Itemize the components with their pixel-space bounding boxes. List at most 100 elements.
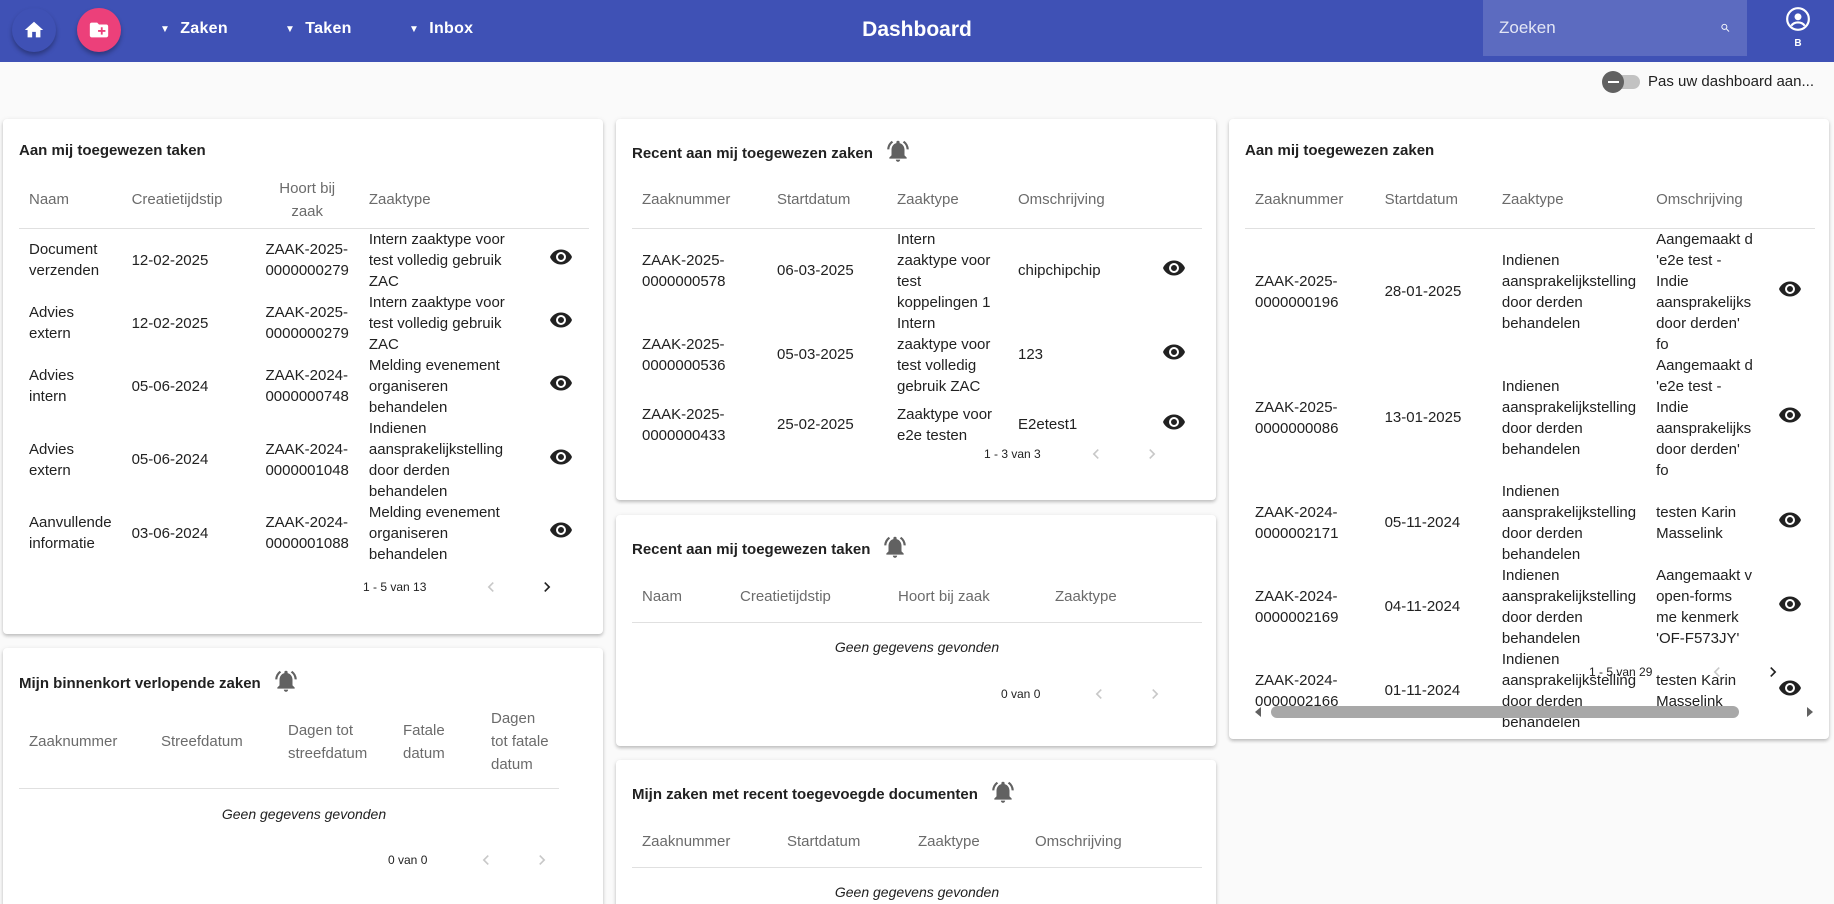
column-header[interactable]: Hoort bij zaak	[255, 172, 359, 229]
previous-page-button[interactable]	[463, 577, 519, 597]
paginator: 1 - 5 van 29	[1589, 662, 1801, 682]
notification-bell-button[interactable]	[990, 779, 1016, 805]
column-header[interactable]: Zaaknummer	[19, 696, 151, 789]
scroll-left-icon[interactable]	[1253, 706, 1265, 718]
cell-startdatum: 05-03-2025	[777, 346, 854, 363]
column-header[interactable]: Dagen tot fatale datum	[481, 696, 559, 789]
cell-zaaknummer: ZAAK-2025-0000000578	[642, 251, 726, 290]
view-button[interactable]	[534, 292, 589, 355]
cell-naam: Advies extern	[29, 440, 75, 479]
table-row[interactable]: ZAAK-2024-0000002171 05-11-2024 Indienen…	[1245, 481, 1815, 565]
column-header[interactable]: Omschrijving	[1008, 172, 1146, 229]
column-header[interactable]: Zaaktype	[1491, 172, 1647, 229]
my-cases-table: Zaaknummer Startdatum Zaaktype Omschrijv…	[1245, 172, 1815, 733]
table-row[interactable]: Advies extern 05-06-2024 ZAAK-2024-00000…	[19, 418, 589, 502]
column-header[interactable]: Fatale datum	[393, 696, 481, 789]
column-header[interactable]: Startdatum	[767, 172, 887, 229]
table-row[interactable]: Document verzenden 12-02-2025 ZAAK-2025-…	[19, 228, 589, 292]
cell-startdatum: 04-11-2024	[1384, 598, 1461, 615]
cell-zaaknummer: ZAAK-2025-0000000196	[1255, 272, 1339, 311]
table-row[interactable]: ZAAK-2024-0000002169 04-11-2024 Indienen…	[1245, 565, 1815, 649]
column-header[interactable]: Dagen tot streefdatum	[278, 696, 393, 789]
column-header[interactable]: Zaaktype	[358, 172, 534, 229]
column-header[interactable]: Omschrijving	[1025, 817, 1202, 868]
card-title: Aan mij toegewezen zaken	[1245, 142, 1435, 159]
column-header[interactable]: Streefdatum	[151, 696, 278, 789]
customize-dashboard-toggle[interactable]: Pas uw dashboard aan...	[1602, 70, 1814, 93]
view-button[interactable]	[1766, 355, 1815, 481]
recent-documents-table: Zaaknummer Startdatum Zaaktype Omschrijv…	[632, 817, 1202, 868]
menu-taken[interactable]: ▼ Taken	[285, 0, 352, 58]
next-page-button[interactable]	[1124, 444, 1180, 464]
previous-page-button[interactable]	[1689, 662, 1745, 682]
card-title-text: Mijn binnenkort verlopende zaken	[19, 674, 261, 692]
view-button[interactable]	[534, 418, 589, 502]
eye-icon	[1779, 596, 1802, 611]
view-button[interactable]	[1766, 481, 1815, 565]
table-row[interactable]: Aanvullende informatie 03-06-2024 ZAAK-2…	[19, 502, 589, 565]
next-page-button[interactable]	[1127, 684, 1183, 704]
column-header[interactable]: Zaaknummer	[632, 817, 777, 868]
horizontal-scrollbar[interactable]	[1253, 704, 1815, 720]
view-button[interactable]	[1146, 228, 1202, 313]
scroll-right-icon[interactable]	[1803, 706, 1815, 718]
user-menu-button[interactable]: B	[1782, 6, 1814, 49]
search-icon[interactable]	[1720, 16, 1731, 40]
column-header[interactable]: Naam	[19, 172, 122, 229]
eye-icon	[550, 522, 573, 538]
next-page-button[interactable]	[519, 577, 575, 597]
column-header[interactable]: Creatietijdstip	[121, 172, 256, 229]
view-button[interactable]	[534, 502, 589, 565]
table-row[interactable]: ZAAK-2025-0000000086 13-01-2025 Indienen…	[1245, 355, 1815, 481]
previous-page-button[interactable]	[458, 850, 514, 870]
search-input[interactable]	[1499, 18, 1720, 38]
next-page-button[interactable]	[1745, 662, 1801, 682]
cell-omschrijving: testen Karin Masselink	[1656, 503, 1737, 542]
notification-bell-button[interactable]	[882, 534, 908, 560]
paginator-range: 1 - 5 van 29	[1589, 665, 1653, 679]
next-page-button[interactable]	[514, 850, 570, 870]
column-header[interactable]: Zaaknummer	[632, 172, 767, 229]
cell-zaaknummer: ZAAK-2025-0000000536	[642, 335, 726, 374]
cell-omschrijving: Aangemaakt d 'e2e test - Indie aansprake…	[1656, 230, 1753, 353]
cell-startdatum: 06-03-2025	[777, 262, 854, 279]
cell-datum: 03-06-2024	[131, 524, 209, 542]
card-title: Mijn binnenkort verlopende zaken	[19, 670, 299, 694]
column-header[interactable]: Hoort bij zaak	[888, 572, 1045, 623]
column-header[interactable]: Omschrijving	[1646, 172, 1766, 229]
scrollbar-track[interactable]	[1271, 706, 1797, 718]
column-header[interactable]: Startdatum	[777, 817, 908, 868]
view-button[interactable]	[1146, 313, 1202, 397]
menu-inbox[interactable]: ▼ Inbox	[409, 0, 473, 58]
column-header[interactable]: Zaaktype	[1045, 572, 1202, 623]
menu-zaken[interactable]: ▼ Zaken	[160, 0, 228, 58]
column-header[interactable]: Naam	[632, 572, 730, 623]
home-button[interactable]	[12, 8, 56, 52]
table-row[interactable]: ZAAK-2025-0000000578 06-03-2025 Intern z…	[632, 228, 1202, 313]
table-row[interactable]: Advies extern 12-02-2025 ZAAK-2025-00000…	[19, 292, 589, 355]
previous-page-button[interactable]	[1068, 444, 1124, 464]
toggle-switch[interactable]	[1602, 70, 1641, 93]
table-row[interactable]: Advies intern 05-06-2024 ZAAK-2024-00000…	[19, 355, 589, 418]
column-header[interactable]: Zaaktype	[887, 172, 1008, 229]
notification-bell-button[interactable]	[273, 668, 299, 694]
create-case-button[interactable]	[77, 8, 121, 52]
table-row[interactable]: ZAAK-2025-0000000536 05-03-2025 Intern z…	[632, 313, 1202, 397]
previous-page-button[interactable]	[1071, 684, 1127, 704]
column-header[interactable]: Zaaknummer	[1245, 172, 1375, 229]
card-my-tasks: Aan mij toegewezen taken Naam Creatietij…	[3, 119, 603, 634]
view-button[interactable]	[534, 228, 589, 292]
cell-startdatum: 13-01-2025	[1384, 409, 1462, 426]
view-button[interactable]	[534, 355, 589, 418]
search-box[interactable]	[1483, 0, 1747, 56]
notification-bell-button[interactable]	[885, 138, 911, 164]
column-header[interactable]: Creatietijdstip	[730, 572, 888, 623]
table-row[interactable]: ZAAK-2025-0000000196 28-01-2025 Indienen…	[1245, 228, 1815, 355]
column-header[interactable]: Zaaktype	[908, 817, 1025, 868]
view-button[interactable]	[1766, 565, 1815, 649]
column-header[interactable]: Startdatum	[1374, 172, 1492, 229]
scrollbar-thumb[interactable]	[1271, 706, 1740, 718]
view-button[interactable]	[1766, 228, 1815, 355]
empty-state: Geen gegevens gevonden	[221, 806, 387, 822]
column-header	[533, 172, 589, 229]
